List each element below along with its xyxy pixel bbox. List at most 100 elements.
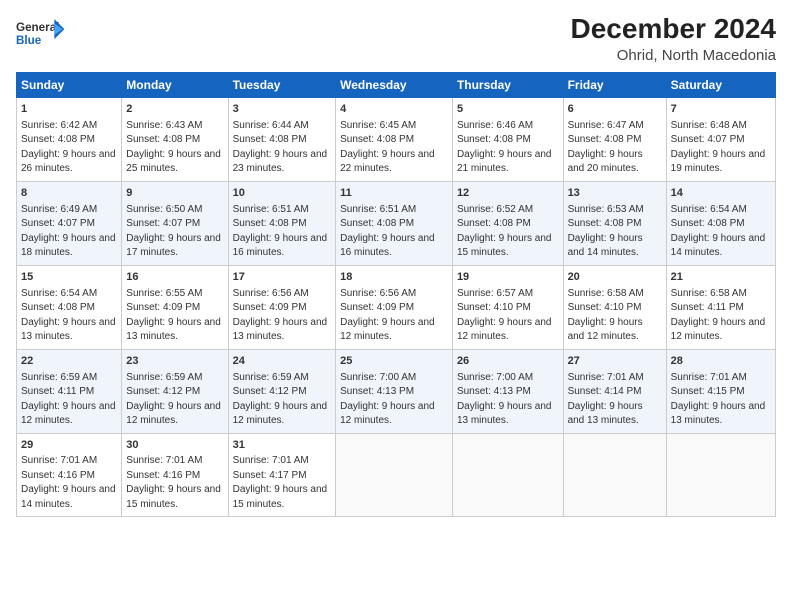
sunset-text: Sunset: 4:09 PM [126,302,200,313]
daylight-text: Daylight: 9 hours and 22 minutes. [340,149,435,175]
calendar-cell: 2Sunrise: 6:43 AMSunset: 4:08 PMDaylight… [122,97,228,181]
day-number: 31 [233,438,332,454]
sunset-text: Sunset: 4:08 PM [671,218,745,229]
sunrise-text: Sunrise: 6:59 AM [126,372,202,383]
col-saturday: Saturday [666,72,775,97]
sunset-text: Sunset: 4:08 PM [21,302,95,313]
calendar-cell: 23Sunrise: 6:59 AMSunset: 4:12 PMDayligh… [122,349,228,433]
day-number: 19 [457,270,559,286]
sunrise-text: Sunrise: 6:51 AM [233,204,309,215]
sunset-text: Sunset: 4:07 PM [671,134,745,145]
day-number: 5 [457,102,559,118]
daylight-text: Daylight: 9 hours and 12 minutes. [340,401,435,427]
sunset-text: Sunset: 4:15 PM [671,386,745,397]
sunset-text: Sunset: 4:08 PM [340,134,414,145]
sunrise-text: Sunrise: 6:58 AM [568,288,644,299]
daylight-text: Daylight: 9 hours and 12 minutes. [568,317,643,343]
calendar-cell: 18Sunrise: 6:56 AMSunset: 4:09 PMDayligh… [336,265,453,349]
header-row: General Blue December 2024 Ohrid, North … [16,14,776,64]
calendar-cell: 16 Sunrise: 6:55 AM Sunset: 4:09 PM Dayligh… [122,265,228,349]
sunset-text: Sunset: 4:16 PM [21,470,95,481]
calendar-cell: 25Sunrise: 7:00 AMSunset: 4:13 PMDayligh… [336,349,453,433]
sunrise-text: Sunrise: 7:00 AM [457,372,533,383]
daylight-text: Daylight: 9 hours and 15 minutes. [457,233,552,259]
sunrise-text: Sunrise: 6:59 AM [21,372,97,383]
calendar-cell: 7Sunrise: 6:48 AMSunset: 4:07 PMDaylight… [666,97,775,181]
calendar-cell: 24 Sunrise: 6:59 AM Sunset: 4:12 PM Dayligh… [228,349,336,433]
day-number: 23 [126,354,223,370]
calendar-cell: 20Sunrise: 6:58 AMSunset: 4:10 PMDayligh… [563,265,666,349]
calendar-cell: 10Sunrise: 6:51 AMSunset: 4:08 PMDayligh… [228,181,336,265]
sunrise-text: Sunrise: 6:53 AM [568,204,644,215]
sunrise-text: Sunrise: 6:55 AM [126,288,202,299]
col-tuesday: Tuesday [228,72,336,97]
day-number: 28 [671,354,771,370]
sunset-text: Sunset: 4:09 PM [233,302,307,313]
day-number: 14 [671,186,771,202]
sunrise-text: Sunrise: 6:51 AM [340,204,416,215]
sunset-text: Sunset: 4:08 PM [457,218,531,229]
sunset-text: Sunset: 4:07 PM [21,218,95,229]
sunset-text: Sunset: 4:08 PM [568,134,642,145]
sunrise-text: Sunrise: 7:01 AM [671,372,747,383]
calendar-cell: 14Sunrise: 6:54 AMSunset: 4:08 PMDayligh… [666,181,775,265]
col-monday: Monday [122,72,228,97]
daylight-text: Daylight: 9 hours and 14 minutes. [21,484,116,510]
day-number: 9 [126,186,223,202]
sunset-text: Sunset: 4:08 PM [457,134,531,145]
daylight-text: Daylight: 9 hours and 12 minutes. [340,317,435,343]
sunrise-text: Sunrise: 6:56 AM [233,288,309,299]
sunrise-text: Sunrise: 6:50 AM [126,204,202,215]
sunset-text: Sunset: 4:12 PM [233,386,307,397]
calendar-cell: 31Sunrise: 7:01 AMSunset: 4:17 PMDayligh… [228,433,336,517]
sunrise-text: Sunrise: 6:56 AM [340,288,416,299]
page-subtitle: Ohrid, North Macedonia [571,47,776,64]
calendar-cell: 8Sunrise: 6:49 AMSunset: 4:07 PMDaylight… [17,181,122,265]
sunset-text: Sunset: 4:08 PM [21,134,95,145]
sunrise-text: Sunrise: 6:47 AM [568,120,644,131]
sunrise-text: Sunrise: 6:42 AM [21,120,97,131]
daylight-text: Daylight: 9 hours and 14 minutes. [568,233,643,259]
logo: General Blue [16,14,66,56]
sunset-text: Sunset: 4:08 PM [568,218,642,229]
calendar-week-5: 29Sunrise: 7:01 AMSunset: 4:16 PMDayligh… [17,433,776,517]
daylight-text: Daylight: 9 hours and 16 minutes. [233,233,328,259]
day-number: 16 [126,270,223,286]
sunrise-text: Sunrise: 7:01 AM [126,455,202,466]
calendar-cell: 3Sunrise: 6:44 AMSunset: 4:08 PMDaylight… [228,97,336,181]
day-number: 21 [671,270,771,286]
daylight-text: Daylight: 9 hours and 21 minutes. [457,149,552,175]
sunset-text: Sunset: 4:14 PM [568,386,642,397]
daylight-text: Daylight: 9 hours and 13 minutes. [126,317,221,343]
day-number: 12 [457,186,559,202]
calendar-week-1: 1 Sunrise: 6:42 AM Sunset: 4:08 PM Daylight… [17,97,776,181]
sunset-text: Sunset: 4:13 PM [340,386,414,397]
calendar-cell: 27Sunrise: 7:01 AMSunset: 4:14 PMDayligh… [563,349,666,433]
header-row-days: Sunday Monday Tuesday Wednesday Thursday… [17,72,776,97]
calendar-cell: 11Sunrise: 6:51 AMSunset: 4:08 PMDayligh… [336,181,453,265]
day-number: 17 [233,270,332,286]
col-sunday: Sunday [17,72,122,97]
calendar-cell: 28 Sunrise: 7:01 AM Sunset: 4:15 PM Dayligh… [666,349,775,433]
daylight-text: Daylight: 9 hours and 13 minutes. [21,317,116,343]
sunset-text: Sunset: 4:11 PM [671,302,744,313]
daylight-text: Daylight: 9 hours and 12 minutes. [671,317,766,343]
sunset-text: Sunset: 4:11 PM [21,386,94,397]
daylight-text: Daylight: 9 hours and 12 minutes. [233,401,328,427]
daylight-text: Daylight: 9 hours and 25 minutes. [126,149,221,175]
sunrise-text: Sunrise: 6:58 AM [671,288,747,299]
calendar-cell [336,433,453,517]
day-number: 22 [21,354,117,370]
calendar-cell: 19Sunrise: 6:57 AMSunset: 4:10 PMDayligh… [452,265,563,349]
day-number: 24 [233,354,332,370]
sunrise-text: Sunrise: 6:59 AM [233,372,309,383]
calendar-cell: 30Sunrise: 7:01 AMSunset: 4:16 PMDayligh… [122,433,228,517]
col-thursday: Thursday [452,72,563,97]
sunrise-text: Sunrise: 7:01 AM [21,455,97,466]
logo-svg: General Blue [16,14,66,56]
daylight-text: Daylight: 9 hours and 13 minutes. [671,401,766,427]
sunset-text: Sunset: 4:16 PM [126,470,200,481]
sunset-text: Sunset: 4:17 PM [233,470,307,481]
calendar-cell: 4Sunrise: 6:45 AMSunset: 4:08 PMDaylight… [336,97,453,181]
day-number: 1 [21,102,117,118]
